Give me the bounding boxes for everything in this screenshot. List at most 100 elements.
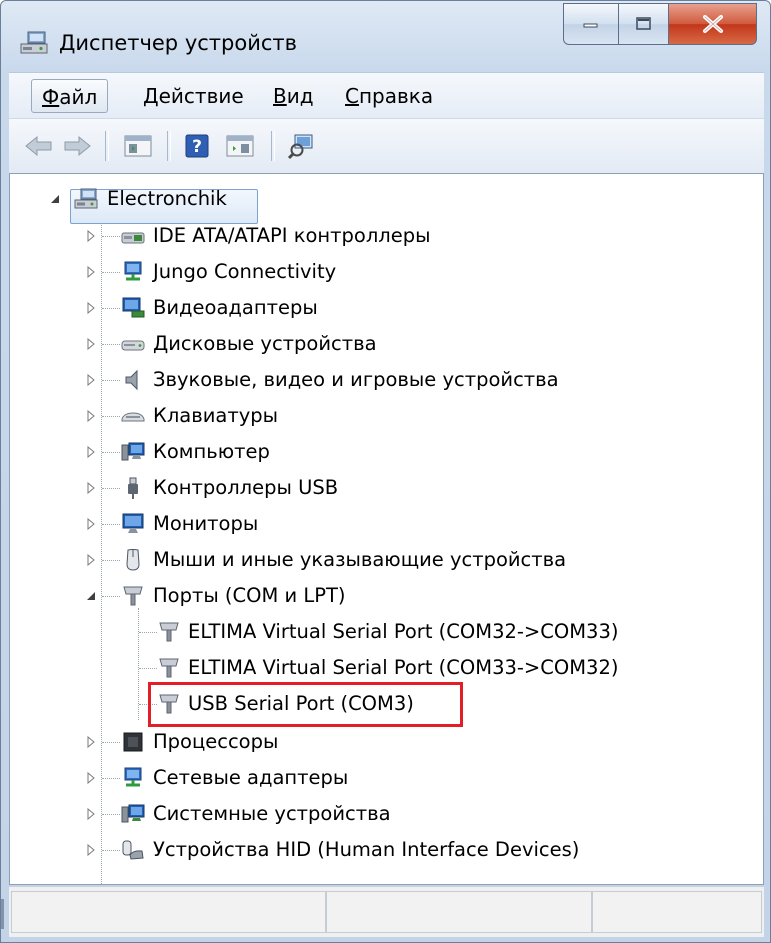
expand-arrow-icon[interactable] <box>84 337 98 351</box>
tree-category-row[interactable]: Устройства HID (Human Interface Devices) <box>10 832 710 868</box>
expand-arrow-icon[interactable] <box>84 735 98 749</box>
red-highlight-box <box>148 682 463 727</box>
computer-network-icon <box>74 188 98 209</box>
tree-category-row[interactable]: Jungo Connectivity <box>10 254 710 290</box>
tree-category-label: Сетевые адаптеры <box>153 766 349 789</box>
toolbar-separator <box>271 131 275 161</box>
tree-category-label: Клавиатуры <box>153 404 279 427</box>
tree-category-row[interactable]: Сетевые адаптеры <box>10 760 710 796</box>
close-button[interactable] <box>669 3 757 45</box>
monitor-icon <box>122 513 144 533</box>
tree-category-label: Мыши и иные указывающие устройства <box>153 548 567 571</box>
status-pane <box>592 891 762 933</box>
tree-guide-tick <box>102 308 120 309</box>
tree-guide-tick <box>102 850 120 851</box>
port-icon <box>159 622 179 642</box>
forward-button[interactable] <box>61 130 93 162</box>
device-tree[interactable]: Electronchik IDE ATA/ATAPI контроллеры J… <box>9 173 764 885</box>
scan-hardware-button[interactable] <box>285 130 319 162</box>
tree-guide-tick <box>102 596 120 597</box>
tree-guide-tick <box>102 814 120 815</box>
menu-help[interactable]: Справка <box>335 79 443 113</box>
collapse-arrow-icon[interactable] <box>48 192 62 206</box>
menu-file-accel: Ф <box>42 85 60 109</box>
maximize-button[interactable] <box>619 3 669 45</box>
help-icon: ? <box>185 134 209 158</box>
tree-category-label: IDE ATA/ATAPI контроллеры <box>153 224 431 247</box>
properties-pane-button[interactable] <box>121 130 155 162</box>
tree-guide-tick <box>102 778 120 779</box>
expand-arrow-icon[interactable] <box>84 445 98 459</box>
expand-arrow-icon[interactable] <box>84 373 98 387</box>
tree-category-row[interactable]: Процессоры <box>10 724 710 760</box>
action-pane-button[interactable] <box>223 130 257 162</box>
tree-category-row[interactable]: Звуковые, видео и игровые устройства <box>10 362 710 398</box>
device-manager-icon <box>20 31 48 54</box>
expand-arrow-icon[interactable] <box>84 843 98 857</box>
menu-view-accel: В <box>273 84 287 108</box>
tree-device-row[interactable]: ELTIMA Virtual Serial Port (COM32->COM33… <box>10 614 730 650</box>
menu-action-accel: Д <box>143 84 159 108</box>
tree-category-row[interactable]: Клавиатуры <box>10 398 710 434</box>
minimize-button[interactable] <box>563 3 619 45</box>
tree-category-row[interactable]: Системные устройства <box>10 796 710 832</box>
tree-category-label: Видеоадаптеры <box>153 296 318 319</box>
expand-arrow-icon[interactable] <box>84 553 98 567</box>
tree-device-label: ELTIMA Virtual Serial Port (COM32->COM33… <box>188 620 619 643</box>
tree-category-label: Мониторы <box>153 512 259 535</box>
toolbar-separator <box>105 131 109 161</box>
tree-category-row[interactable]: IDE ATA/ATAPI контроллеры <box>10 218 710 254</box>
tree-category-row[interactable]: Мониторы <box>10 506 710 542</box>
expand-arrow-icon[interactable] <box>84 409 98 423</box>
menu-action[interactable]: Действие <box>133 79 254 113</box>
menu-help-accel: С <box>345 84 359 108</box>
tree-category-label: Процессоры <box>153 730 279 753</box>
speaker-icon <box>125 369 138 391</box>
expand-arrow-icon[interactable] <box>84 229 98 243</box>
tree-category-label: Компьютер <box>153 440 270 463</box>
tree-category-row[interactable]: Компьютер <box>10 434 710 470</box>
tree-category-row-expanded[interactable]: Порты (COM и LPT) <box>10 578 710 614</box>
maximize-icon <box>635 17 651 30</box>
tree-root-label: Electronchik <box>107 187 227 210</box>
tree-category-row[interactable]: Контроллеры USB <box>10 470 710 506</box>
tree-root-row[interactable]: Electronchik <box>10 181 710 224</box>
expand-arrow-icon[interactable] <box>84 481 98 495</box>
collapse-arrow-icon[interactable] <box>84 589 98 603</box>
expand-arrow-icon[interactable] <box>84 771 98 785</box>
hid-device-icon <box>122 840 144 860</box>
tree-category-label: Системные устройства <box>153 802 391 825</box>
help-button[interactable]: ? <box>181 130 213 162</box>
action-pane-icon <box>226 135 254 157</box>
menu-file[interactable]: Файл <box>31 79 109 113</box>
tree-category-row[interactable]: Мыши и иные указывающие устройства <box>10 542 710 578</box>
tree-guide-tick <box>139 632 157 633</box>
tree-category-row[interactable]: Дисковые устройства <box>10 326 710 362</box>
expand-arrow-icon[interactable] <box>84 265 98 279</box>
status-bar <box>9 886 764 937</box>
device-manager-window: Диспетчер устройств Файл Действие Вид Сп… <box>0 0 771 943</box>
expand-arrow-icon[interactable] <box>84 301 98 315</box>
toolbar: ? <box>9 118 764 175</box>
tree-category-label: Устройства HID (Human Interface Devices) <box>153 838 580 861</box>
tree-guide-tick <box>102 488 120 489</box>
menu-view[interactable]: Вид <box>263 79 324 113</box>
tree-category-label: Звуковые, видео и игровые устройства <box>153 368 559 391</box>
menu-view-label: ид <box>286 84 314 108</box>
expand-arrow-icon[interactable] <box>84 517 98 531</box>
network-monitor-icon <box>124 261 142 281</box>
processor-icon <box>123 732 143 752</box>
back-button[interactable] <box>23 130 55 162</box>
tree-device-label: ELTIMA Virtual Serial Port (COM33->COM32… <box>188 656 619 679</box>
ide-controller-icon <box>121 232 145 244</box>
caption-buttons <box>563 3 757 47</box>
tree-guide-tick <box>102 560 120 561</box>
computer-icon <box>121 442 145 461</box>
tree-category-label: Контроллеры USB <box>153 476 339 499</box>
expand-arrow-icon[interactable] <box>84 807 98 821</box>
title-bar[interactable]: Диспетчер устройств <box>1 1 770 71</box>
tree-guide-tick <box>102 380 120 381</box>
tree-category-row[interactable]: Видеоадаптеры <box>10 290 710 326</box>
mouse-icon <box>126 549 140 571</box>
tree-device-row[interactable]: ELTIMA Virtual Serial Port (COM33->COM32… <box>10 650 730 686</box>
